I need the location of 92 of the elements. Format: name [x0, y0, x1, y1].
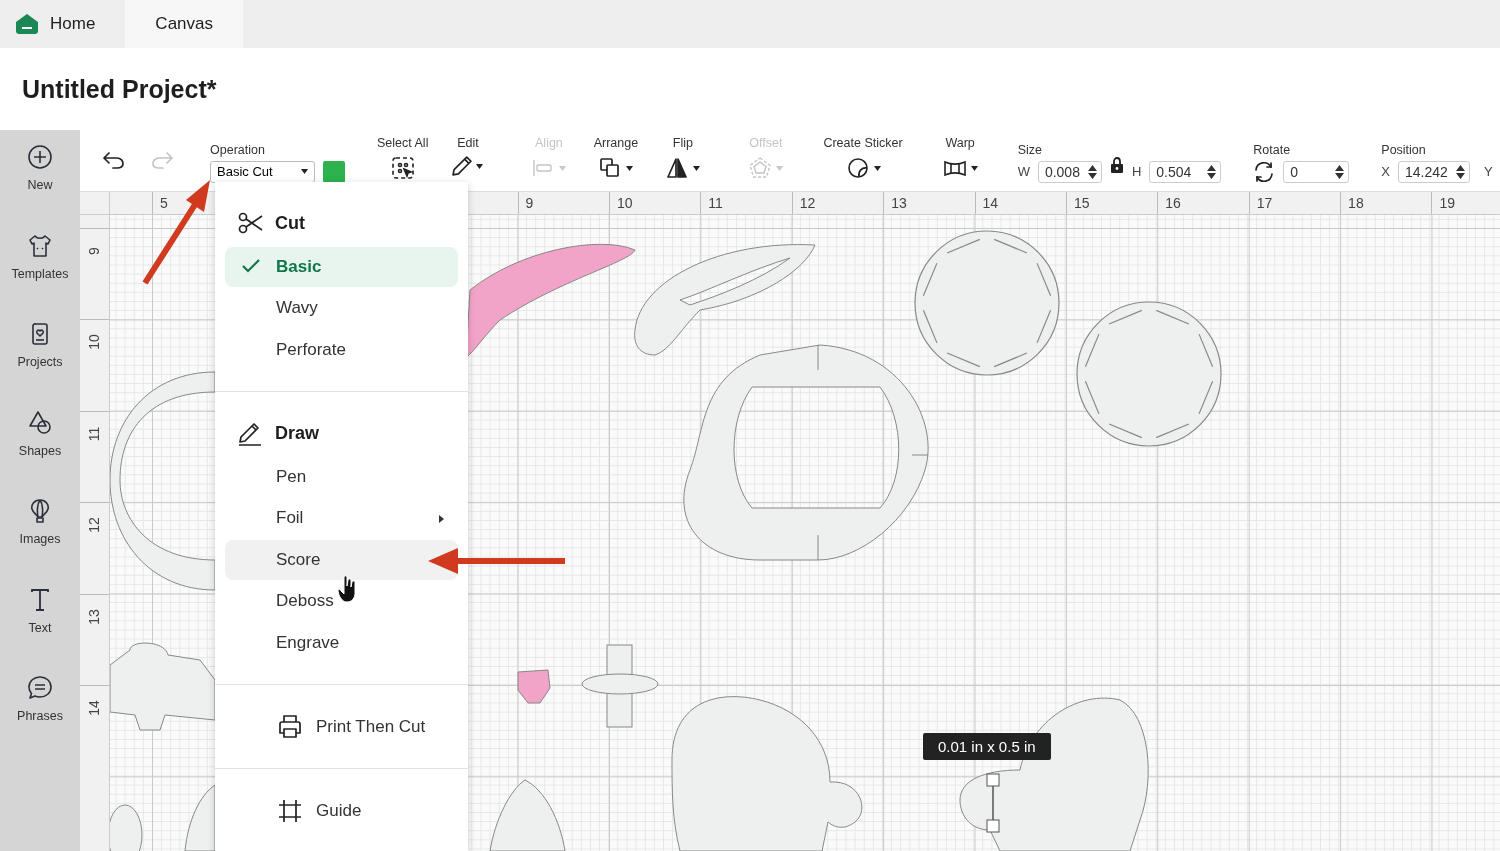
ruler-number: 11: [708, 195, 723, 211]
caret-icon: [626, 165, 634, 171]
tool-label: Select All: [377, 136, 429, 150]
caret-icon: [776, 165, 784, 171]
printer-icon: [277, 713, 303, 740]
new-icon: [27, 144, 53, 170]
height-field[interactable]: 0.504: [1149, 160, 1222, 183]
menu-item[interactable]: Guide: [225, 790, 458, 831]
menu-heading: Draw: [275, 423, 319, 444]
sidebar-item[interactable]: Templates: [11, 266, 69, 281]
ruler-number: 14: [86, 699, 102, 718]
check-icon: [241, 257, 261, 274]
caret-icon: [970, 165, 978, 171]
size-tooltip: 0.01 in x 0.5 in: [923, 733, 1051, 760]
ruler-number: 13: [86, 607, 102, 627]
ruler-number: 19: [1439, 195, 1456, 211]
sidebar-item[interactable]: New: [27, 178, 53, 192]
lock-icon[interactable]: [1109, 156, 1124, 173]
menu-item[interactable]: Pen: [225, 456, 458, 497]
menu-item[interactable]: Foil: [225, 498, 458, 538]
rotate-icon[interactable]: [1253, 160, 1276, 183]
y-label: Y: [1483, 164, 1493, 179]
sticker-icon: [845, 156, 870, 180]
menu-heading: Cut: [275, 213, 305, 234]
x-label: X: [1381, 164, 1390, 179]
ruler-number: 5: [160, 195, 168, 211]
caret-icon: [301, 169, 308, 174]
ruler-number: 18: [1348, 195, 1364, 211]
ruler-number: 12: [86, 516, 102, 535]
x-field[interactable]: 14.242: [1397, 160, 1470, 183]
ruler-number: 17: [1256, 195, 1273, 211]
color-swatch[interactable]: [323, 160, 345, 183]
ruler-number: 9: [86, 246, 102, 257]
tool-label: Offset: [749, 136, 783, 150]
operation-label: Operation: [210, 142, 266, 157]
caret-icon: [559, 165, 567, 171]
pen-icon: [237, 420, 263, 447]
pentagon-icon: [748, 156, 773, 180]
menu-item[interactable]: Engrave: [225, 622, 458, 663]
operation-dropdown[interactable]: Basic Cut: [210, 160, 315, 183]
tab[interactable]: Canvas: [125, 0, 243, 48]
selection-handles[interactable]: [986, 773, 1000, 833]
pencil-icon: [452, 156, 473, 176]
sidebar-item[interactable]: Projects: [17, 355, 63, 369]
house-icon: [16, 14, 38, 34]
menu-item[interactable]: Basic: [225, 246, 458, 287]
ruler-number: 14: [982, 195, 999, 211]
hand-cursor-icon: [338, 575, 358, 603]
ruler-number: 10: [86, 333, 102, 353]
ruler-number: 9: [525, 195, 534, 211]
stepper-icon[interactable]: [1455, 163, 1465, 180]
tool-label: Create Sticker: [823, 136, 903, 150]
sidebar-item[interactable]: Phrases: [17, 709, 63, 723]
menu-item[interactable]: Wavy: [225, 288, 458, 328]
crop-frame-icon: [277, 797, 303, 824]
menu-item[interactable]: Deboss: [225, 581, 458, 621]
sidebar-item[interactable]: Images: [19, 532, 61, 546]
flip-icon: [665, 156, 690, 180]
width-field[interactable]: 0.008: [1037, 160, 1102, 183]
stepper-icon[interactable]: [1207, 163, 1217, 180]
stepper-icon[interactable]: [1087, 163, 1097, 180]
size-label: Size: [1017, 142, 1043, 157]
tool-label: Align: [535, 136, 563, 150]
menu-item[interactable]: Print Then Cut: [225, 706, 458, 747]
caret-icon: [873, 165, 881, 171]
ruler-number: 10: [616, 195, 633, 211]
menu-item[interactable]: Score: [225, 539, 458, 580]
ruler-number: 16: [1165, 195, 1181, 211]
height-label: H: [1131, 164, 1142, 179]
width-label: W: [1017, 164, 1030, 179]
caret-icon: [693, 165, 701, 171]
rotate-field[interactable]: 0: [1283, 160, 1350, 183]
dashed-select-icon: [390, 156, 415, 180]
ruler-number: 12: [799, 195, 816, 211]
rotate-label: Rotate: [1253, 142, 1292, 157]
ruler-number: 13: [891, 195, 907, 211]
position-label: Position: [1381, 142, 1427, 157]
templates-icon: [27, 232, 53, 259]
tool-label: Edit: [457, 136, 479, 150]
project-title: Untitled Project*: [22, 74, 217, 104]
phrases-icon: [27, 675, 53, 701]
tool-label: Arrange: [593, 136, 639, 150]
sidebar-item[interactable]: Text: [28, 620, 52, 635]
ruler-number: 15: [1073, 195, 1090, 211]
ruler-number: 11: [86, 425, 102, 444]
tool-label: Warp: [945, 136, 975, 150]
menu-item[interactable]: Perforate: [225, 329, 458, 370]
tool-label: Flip: [672, 136, 693, 150]
shapes-icon: [27, 409, 53, 436]
sidebar-item[interactable]: Shapes: [18, 443, 62, 458]
stepper-icon[interactable]: [1335, 163, 1345, 180]
caret-icon: [476, 163, 484, 169]
